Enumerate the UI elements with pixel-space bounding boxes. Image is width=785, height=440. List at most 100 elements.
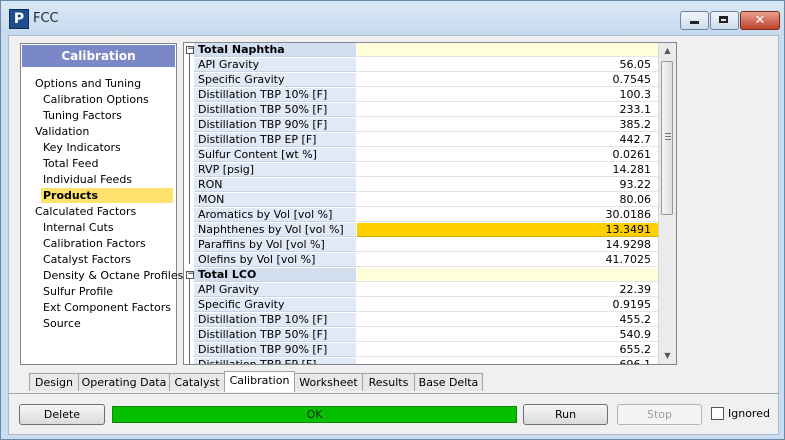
- row-value[interactable]: 14.9298: [357, 238, 658, 252]
- row-value[interactable]: [357, 268, 658, 282]
- row-label: Aromatics by Vol [vol %]: [194, 208, 356, 222]
- row-label: Olefins by Vol [vol %]: [194, 253, 356, 267]
- row-value[interactable]: 696.1: [357, 358, 658, 364]
- collapse-icon[interactable]: −: [186, 270, 195, 279]
- row-value[interactable]: 0.9195: [357, 298, 658, 312]
- nav-item[interactable]: Tuning Factors: [43, 108, 122, 123]
- maximize-icon: [719, 16, 728, 23]
- scrollbar-thumb[interactable]: [661, 61, 673, 215]
- group-row: − Total LCO: [184, 268, 658, 283]
- maximize-button[interactable]: [710, 11, 739, 30]
- row-label: Distillation TBP 50% [F]: [194, 103, 356, 117]
- table-row: Specific Gravity 0.7545: [184, 73, 658, 88]
- row-label: RON: [194, 178, 356, 192]
- row-value[interactable]: 80.06: [357, 193, 658, 207]
- nav-item[interactable]: Internal Cuts: [43, 220, 114, 235]
- title-bar: P FCC ✕: [1, 1, 784, 35]
- group-row: − Total Naphtha: [184, 43, 658, 58]
- table-row: Distillation TBP 90% [F] 655.2: [184, 343, 658, 358]
- tab-design[interactable]: Design: [29, 373, 79, 391]
- nav-item[interactable]: Key Indicators: [43, 140, 121, 155]
- table-row: Sulfur Content [wt %] 0.0261: [184, 148, 658, 163]
- close-icon: ✕: [754, 13, 766, 28]
- scroll-down-icon[interactable]: ▼: [659, 348, 676, 364]
- tab-calibration[interactable]: Calibration: [224, 371, 295, 392]
- row-value[interactable]: 100.3: [357, 88, 658, 102]
- row-label: Distillation TBP 10% [F]: [194, 88, 356, 102]
- row-value[interactable]: 30.0186: [357, 208, 658, 222]
- row-value[interactable]: 93.22: [357, 178, 658, 192]
- row-value[interactable]: 442.7: [357, 133, 658, 147]
- ignored-checkbox[interactable]: [711, 407, 724, 420]
- row-label: Distillation TBP 10% [F]: [194, 313, 356, 327]
- vertical-scrollbar[interactable]: ▲ ▼: [658, 43, 676, 364]
- nav-item[interactable]: Validation: [35, 124, 89, 139]
- table-row: RVP [psig] 14.281: [184, 163, 658, 178]
- run-button[interactable]: Run: [523, 404, 608, 425]
- tab-operating-data[interactable]: Operating Data: [78, 373, 170, 391]
- row-value[interactable]: 14.281: [357, 163, 658, 177]
- nav-item[interactable]: Options and Tuning: [35, 76, 141, 91]
- nav-header: Calibration: [22, 45, 175, 67]
- collapse-icon[interactable]: −: [186, 45, 195, 54]
- minimize-button[interactable]: [680, 11, 709, 30]
- row-value[interactable]: 540.9: [357, 328, 658, 342]
- row-value[interactable]: 655.2: [357, 343, 658, 357]
- client-area: Calibration Options and Tuning Calibratio…: [8, 35, 779, 435]
- app-logo-icon: P: [9, 9, 29, 29]
- nav-item[interactable]: Catalyst Factors: [43, 252, 131, 267]
- close-button[interactable]: ✕: [740, 11, 780, 30]
- tab-base-delta[interactable]: Base Delta: [414, 373, 483, 391]
- tree-line: [189, 279, 190, 364]
- nav-item[interactable]: Individual Feeds: [43, 172, 132, 187]
- navigation-tree: Calibration Options and Tuning Calibratio…: [20, 43, 183, 365]
- grip-line: [665, 133, 671, 134]
- table-row: Distillation TBP 90% [F] 385.2: [184, 118, 658, 133]
- tab-results[interactable]: Results: [362, 373, 415, 391]
- table-row: Distillation TBP 10% [F] 100.3: [184, 88, 658, 103]
- delete-button[interactable]: Delete: [19, 404, 105, 425]
- window-title: FCC: [33, 11, 59, 26]
- tab-catalyst[interactable]: Catalyst: [169, 373, 225, 391]
- nav-item[interactable]: Calibration Factors: [43, 236, 146, 251]
- nav-item[interactable]: Density & Octane Profiles: [43, 268, 183, 283]
- nav-item[interactable]: Source: [43, 316, 81, 331]
- group-label: Total Naphtha: [194, 43, 356, 57]
- stop-button[interactable]: Stop: [617, 404, 702, 425]
- products-grid: − Total Naphtha API Gravity 56.05 Specific G…: [183, 42, 677, 365]
- scroll-up-icon[interactable]: ▲: [659, 43, 676, 59]
- row-label: Distillation TBP EP [F]: [194, 133, 356, 147]
- row-label: RVP [psig]: [194, 163, 356, 177]
- row-value[interactable]: 233.1: [357, 103, 658, 117]
- table-row: Distillation TBP EP [F] 442.7: [184, 133, 658, 148]
- nav-item[interactable]: Sulfur Profile: [43, 284, 113, 299]
- row-label: Distillation TBP 90% [F]: [194, 118, 356, 132]
- row-value[interactable]: 13.3491: [357, 223, 658, 237]
- row-label: API Gravity: [194, 283, 356, 297]
- row-value[interactable]: 385.2: [357, 118, 658, 132]
- row-label: MON: [194, 193, 356, 207]
- nav-item[interactable]: Products: [41, 188, 173, 203]
- nav-item[interactable]: Ext Component Factors: [43, 300, 171, 315]
- nav-item[interactable]: Calibration Options: [43, 92, 149, 107]
- table-row: Distillation TBP 50% [F] 540.9: [184, 328, 658, 343]
- nav-item[interactable]: Calculated Factors: [35, 204, 136, 219]
- group-label: Total LCO: [194, 268, 356, 282]
- table-row: API Gravity 56.05: [184, 58, 658, 73]
- table-row: Aromatics by Vol [vol %] 30.0186: [184, 208, 658, 223]
- table-row: Distillation TBP 10% [F] 455.2: [184, 313, 658, 328]
- row-value[interactable]: 0.7545: [357, 73, 658, 87]
- row-value[interactable]: 0.0261: [357, 148, 658, 162]
- row-label: Specific Gravity: [194, 73, 356, 87]
- nav-item[interactable]: Total Feed: [43, 156, 98, 171]
- table-row: Specific Gravity 0.9195: [184, 298, 658, 313]
- row-value[interactable]: [357, 43, 658, 57]
- tab-worksheet[interactable]: Worksheet: [294, 373, 363, 391]
- row-label: Distillation TBP 50% [F]: [194, 328, 356, 342]
- tree-line: [189, 54, 190, 264]
- row-value[interactable]: 455.2: [357, 313, 658, 327]
- row-value[interactable]: 56.05: [357, 58, 658, 72]
- row-value[interactable]: 41.7025: [357, 253, 658, 267]
- table-row: Distillation TBP 50% [F] 233.1: [184, 103, 658, 118]
- row-value[interactable]: 22.39: [357, 283, 658, 297]
